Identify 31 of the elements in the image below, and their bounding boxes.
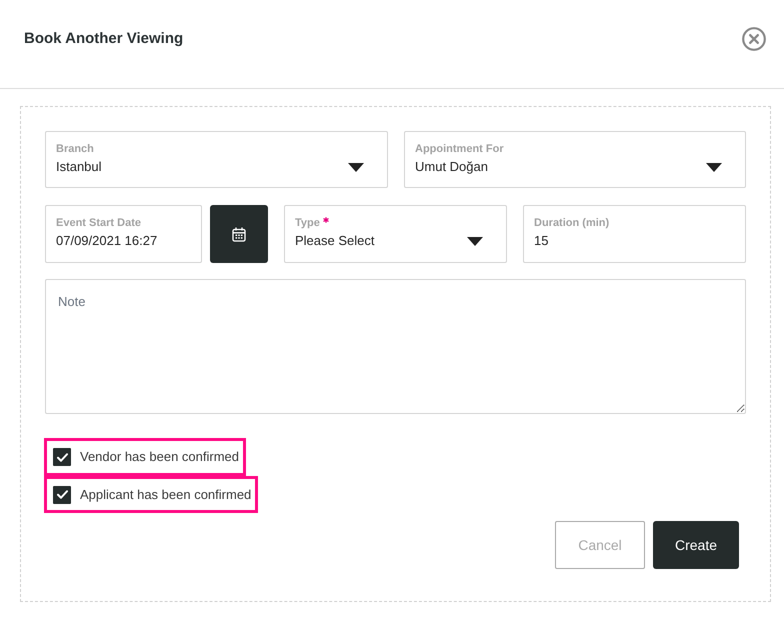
checkmark-icon: [56, 452, 68, 462]
checkbox-label[interactable]: Applicant has been confirmed: [80, 486, 252, 504]
field-label: Branch: [56, 142, 94, 156]
dialog-title: Book Another Viewing: [24, 29, 184, 49]
close-icon: [742, 27, 766, 51]
text-field[interactable]: Duration (min) 15: [523, 205, 746, 263]
caret-icon: [706, 163, 722, 172]
close-button[interactable]: [742, 27, 766, 51]
note-field[interactable]: Note: [45, 279, 746, 414]
date-field[interactable]: Event Start Date 07/09/2021 16:27: [45, 205, 202, 263]
dropdown-field[interactable]: Type Please Select: [284, 205, 507, 263]
field-value: 07/09/2021 16:27: [56, 232, 158, 250]
create-button[interactable]: Create: [653, 521, 739, 569]
checkmark-icon: [56, 490, 68, 499]
caret-icon: [348, 163, 364, 172]
calendar-icon: [232, 226, 246, 242]
checkbox[interactable]: [53, 448, 71, 466]
checkbox-label[interactable]: Vendor has been confirmed: [80, 448, 239, 466]
dropdown-field[interactable]: Branch Istanbul: [45, 131, 388, 188]
calendar-button[interactable]: [210, 205, 268, 263]
field-label: Appointment For: [415, 142, 504, 156]
checkbox[interactable]: [53, 486, 71, 504]
field-label: Type: [295, 216, 320, 230]
caret-icon: [467, 237, 483, 246]
field-label: Duration (min): [534, 216, 610, 230]
field-value: Please Select: [295, 232, 374, 250]
field-value: Umut Doğan: [415, 158, 489, 176]
dropdown-field[interactable]: Appointment For Umut Doğan: [404, 131, 746, 188]
field-value: 15: [534, 232, 550, 250]
field-label: Event Start Date: [56, 216, 141, 230]
field-value: Istanbul: [56, 158, 102, 176]
